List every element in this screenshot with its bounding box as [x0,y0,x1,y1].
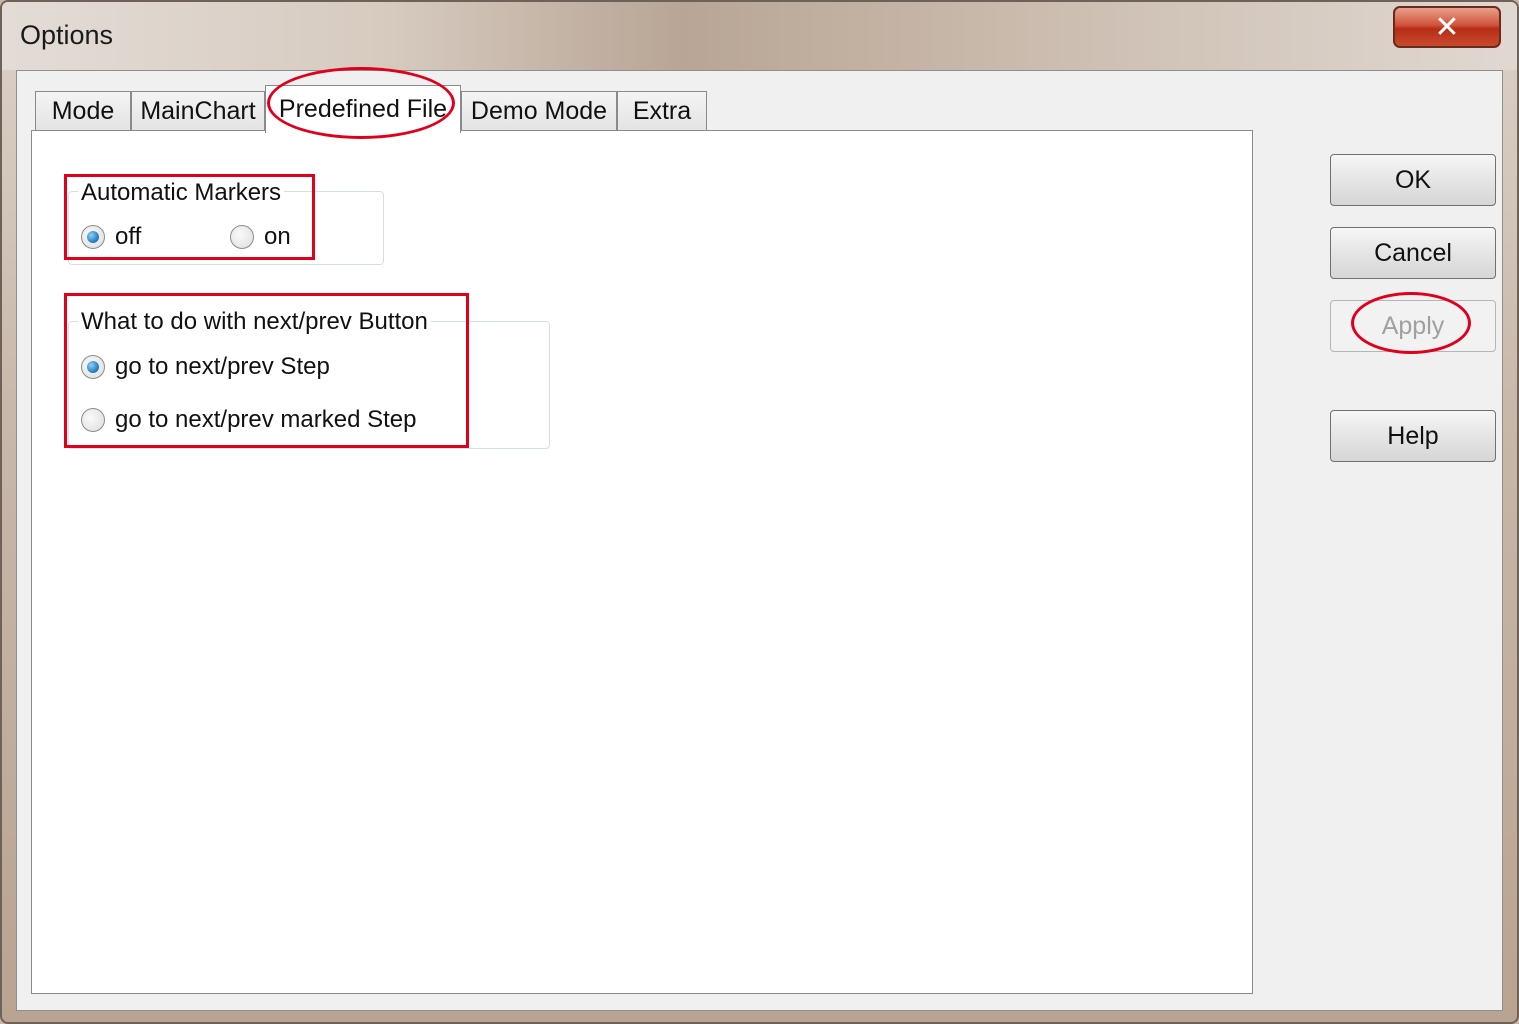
tab-label: Demo Mode [470,97,608,125]
next-prev-title: What to do with next/prev Button [78,308,431,336]
tab-label: MainChart [140,97,256,125]
tab-label: Extra [632,97,692,125]
apply-button[interactable]: Apply [1330,300,1496,352]
options-dialog: Options ✕ Mode MainChart Predefined File… [0,0,1519,1024]
tab-predefined-file[interactable]: Predefined File [265,85,461,133]
tab-label: Mode [51,97,115,125]
radio-button[interactable] [230,225,254,249]
radio-markers-on[interactable]: on [230,223,291,251]
radio-label: go to next/prev marked Step [115,406,417,433]
tab-panel-predefined-file: Automatic Markers off on What to do with… [31,130,1253,994]
tab-demo-mode[interactable]: Demo Mode [461,91,617,131]
title-bar[interactable]: Options ✕ [2,2,1517,70]
help-button[interactable]: Help [1330,410,1496,462]
tab-extra[interactable]: Extra [617,91,707,131]
window-title: Options [20,20,114,50]
radio-next-prev-marked-step[interactable]: go to next/prev marked Step [81,406,417,434]
automatic-markers-title: Automatic Markers [78,179,285,207]
radio-button-checked[interactable] [81,355,105,379]
radio-button[interactable] [81,408,105,432]
radio-label: off [115,223,142,250]
radio-label: on [264,223,291,250]
radio-button-checked[interactable] [81,225,105,249]
ok-button[interactable]: OK [1330,154,1496,206]
tab-label: Predefined File [278,95,448,123]
radio-next-prev-step[interactable]: go to next/prev Step [81,353,330,381]
close-button[interactable]: ✕ [1393,6,1501,48]
radio-label: go to next/prev Step [115,353,330,380]
radio-markers-off[interactable]: off [81,223,141,251]
tab-mainchart[interactable]: MainChart [131,91,265,131]
close-icon: ✕ [1434,10,1460,44]
cancel-button[interactable]: Cancel [1330,227,1496,279]
dialog-client-area: Mode MainChart Predefined File Demo Mode… [16,67,1503,1011]
tab-mode[interactable]: Mode [35,91,131,131]
